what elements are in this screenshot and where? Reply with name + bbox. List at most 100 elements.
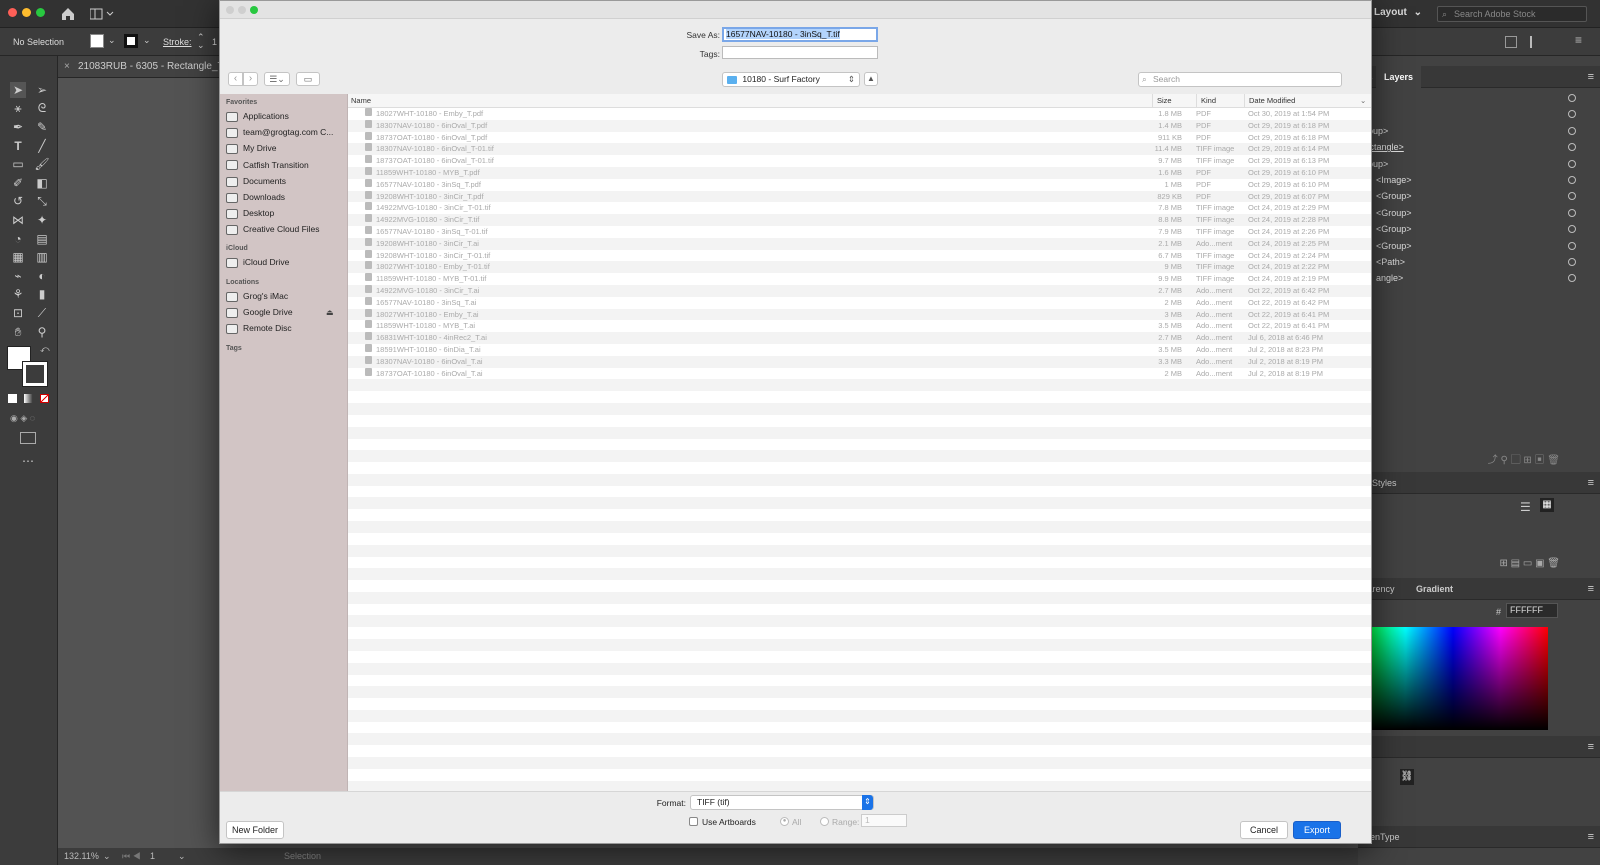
chevron-down-icon[interactable]: ⌄ bbox=[178, 848, 186, 865]
file-row[interactable]: 19208WHT-10180 - 3inCir_T.pdf 829 KB PDF Oc… bbox=[348, 190, 1371, 203]
column-kind[interactable]: Kind bbox=[1196, 94, 1216, 108]
layer-row[interactable] bbox=[1358, 90, 1600, 106]
close-tab-icon[interactable]: × bbox=[64, 56, 70, 77]
expand-collapse-button[interactable]: ▲ bbox=[864, 72, 878, 86]
artboard-number[interactable]: 1 bbox=[150, 848, 155, 865]
zoom-dialog-button[interactable] bbox=[250, 6, 258, 14]
panel-menu-icon[interactable]: ≡ bbox=[1588, 826, 1594, 848]
stepper-icon[interactable]: ⌃ ⌄ bbox=[197, 33, 205, 50]
direct-selection-tool-icon[interactable]: ➢ bbox=[34, 82, 50, 98]
use-artboards-checkbox[interactable] bbox=[689, 817, 698, 826]
scale-tool-icon[interactable]: ⤡ bbox=[34, 193, 50, 209]
magic-wand-tool-icon[interactable]: ⚹ bbox=[10, 100, 26, 116]
file-row[interactable]: 19208WHT-10180 - 3inCir_T.ai 2.1 MB Ado...… bbox=[348, 237, 1371, 250]
paintbrush-tool-icon[interactable]: 🖌︎ bbox=[34, 156, 50, 172]
rotate-tool-icon[interactable]: ↺ bbox=[10, 193, 26, 209]
range-input[interactable]: 1 bbox=[861, 814, 907, 827]
gradient-mode-icon[interactable] bbox=[24, 394, 33, 403]
grid-view-icon[interactable]: ▦ bbox=[1540, 498, 1554, 512]
hex-input[interactable]: FFFFFF bbox=[1506, 603, 1558, 618]
file-row[interactable]: 11859WHT-10180 - MYB_T.ai 3.5 MB Ado...men… bbox=[348, 320, 1371, 333]
more-tools-icon[interactable]: ⋯ bbox=[22, 454, 34, 468]
rectangle-tool-icon[interactable]: ▭ bbox=[10, 156, 26, 172]
sidebar-item[interactable]: iCloud Drive bbox=[226, 254, 344, 270]
file-row[interactable]: 14922MVG-10180 - 3inCir_T.ai 2.7 MB Ado...… bbox=[348, 285, 1371, 297]
zoom-window-button[interactable] bbox=[36, 8, 45, 17]
format-select[interactable]: TIFF (tif) ⇕ bbox=[690, 795, 874, 810]
zoom-level[interactable]: 132.11% bbox=[64, 848, 99, 865]
export-button[interactable]: Export bbox=[1293, 821, 1341, 839]
artboard-nav-icon[interactable]: ⏮ ◀ bbox=[122, 848, 141, 865]
file-row[interactable]: 16577NAV-10180 - 3inSq_T.pdf 1 MB PDF Oct 2… bbox=[348, 178, 1371, 191]
hand-tool-icon[interactable]: ✋︎ bbox=[10, 324, 26, 340]
save-as-input[interactable]: 16577NAV-10180 - 3inSq_T.tif bbox=[722, 27, 878, 42]
layer-row[interactable] bbox=[1358, 106, 1600, 122]
sidebar-item[interactable]: Creative Cloud Files bbox=[226, 221, 344, 237]
tab-gradient[interactable]: Gradient bbox=[1416, 578, 1453, 600]
layer-row[interactable]: Group> bbox=[1358, 156, 1600, 172]
list-view-icon[interactable]: ☰ bbox=[1520, 500, 1531, 514]
chevron-down-icon[interactable]: ⌄ bbox=[108, 35, 116, 46]
stroke-swatch[interactable] bbox=[124, 34, 138, 48]
color-mode-icon[interactable] bbox=[8, 394, 17, 403]
sidebar-item[interactable]: Desktop bbox=[226, 205, 344, 221]
curvature-tool-icon[interactable]: ✎ bbox=[34, 119, 50, 135]
range-radio[interactable] bbox=[820, 817, 829, 826]
tags-input[interactable] bbox=[722, 46, 878, 59]
color-spectrum[interactable] bbox=[1358, 627, 1548, 730]
search-field[interactable]: ⌕ Search bbox=[1138, 72, 1342, 87]
layer-target-circle[interactable] bbox=[1568, 176, 1576, 184]
layer-target-circle[interactable] bbox=[1568, 126, 1576, 135]
file-row[interactable]: 18307NAV-10180 - 6inOval_T.pdf 1.4 MB PDF O… bbox=[348, 119, 1371, 132]
file-row[interactable]: 16577NAV-10180 - 3inSq_T-01.tif 7.9 MB TIF… bbox=[348, 226, 1371, 238]
screen-mode-icon[interactable] bbox=[20, 432, 36, 444]
sidebar-item[interactable]: Downloads bbox=[226, 189, 344, 205]
sidebar-item[interactable]: Applications bbox=[226, 108, 344, 124]
pen-tool-icon[interactable]: ✒ bbox=[10, 119, 26, 135]
sidebar-item[interactable]: My Drive bbox=[226, 140, 344, 156]
panel-icon[interactable] bbox=[1505, 36, 1517, 48]
chevron-down-icon[interactable]: ⌄ bbox=[143, 35, 151, 46]
gradient-tool-icon[interactable]: ▥ bbox=[34, 249, 50, 265]
panel-menu-icon[interactable]: ≡ bbox=[1588, 736, 1594, 758]
stroke-weight-value[interactable]: 1 bbox=[212, 37, 217, 47]
slice-tool-icon[interactable]: ⟋ bbox=[34, 305, 50, 321]
layout-workspace-menu[interactable]: Layout ⌄ bbox=[1374, 7, 1422, 18]
column-date-modified[interactable]: Date Modified bbox=[1244, 94, 1370, 108]
document-tab[interactable]: × 21083RUB - 6305 - Rectangle_T.p bbox=[58, 56, 228, 78]
file-row[interactable]: 18307NAV-10180 - 6inOval_T.ai 3.3 MB Ado..… bbox=[348, 355, 1371, 368]
file-row[interactable]: 18737OAT-10180 - 6inOval_T.ai 2 MB Ado...m… bbox=[348, 367, 1371, 380]
shaper-tool-icon[interactable]: ✐ bbox=[10, 175, 26, 191]
layer-target-circle[interactable] bbox=[1568, 258, 1576, 266]
fill-swatch[interactable] bbox=[90, 34, 104, 48]
new-folder-icon[interactable]: ▭ bbox=[296, 72, 320, 86]
layer-target-circle[interactable] bbox=[1568, 192, 1576, 201]
close-window-button[interactable] bbox=[8, 8, 17, 17]
file-row[interactable]: 18027WHT-10180 - Emby_T.ai 3 MB Ado...ment… bbox=[348, 308, 1371, 321]
stroke-color-swatch[interactable] bbox=[22, 361, 48, 387]
zoom-tool-icon[interactable]: ⚲ bbox=[34, 324, 50, 340]
file-row[interactable]: 18591WHT-10180 - 6inDia_T.ai 3.5 MB Ado...… bbox=[348, 344, 1371, 356]
type-tool-icon[interactable]: T bbox=[10, 138, 26, 154]
layer-target-circle[interactable] bbox=[1568, 94, 1576, 102]
layer-row[interactable]: Group> bbox=[1358, 123, 1600, 139]
link-icon[interactable]: ⛓︎ bbox=[1400, 769, 1414, 785]
sidebar-item[interactable]: Documents bbox=[226, 173, 344, 189]
cancel-button[interactable]: Cancel bbox=[1240, 821, 1288, 839]
blend-tool-icon[interactable]: ◐ bbox=[34, 268, 50, 284]
file-row[interactable]: 14922MVG-10180 - 3inCir_T.tif 8.8 MB TIFF … bbox=[348, 214, 1371, 227]
sidebar-item[interactable]: Catfish Transition bbox=[226, 157, 344, 173]
perspective-grid-tool-icon[interactable]: ▤ bbox=[34, 231, 50, 247]
workspace-switcher-icon[interactable] bbox=[89, 8, 114, 20]
panel-menu-icon[interactable]: ≡ bbox=[1588, 578, 1594, 600]
layer-row[interactable]: angle> bbox=[1358, 270, 1600, 286]
width-tool-icon[interactable]: ⋈ bbox=[10, 212, 26, 228]
symbol-sprayer-tool-icon[interactable]: ⚘ bbox=[10, 286, 26, 302]
layer-row[interactable]: <Group> bbox=[1358, 238, 1600, 254]
layer-target-circle[interactable] bbox=[1568, 159, 1576, 168]
layer-row[interactable]: Rectangle> bbox=[1358, 139, 1600, 155]
layer-target-circle[interactable] bbox=[1568, 241, 1576, 250]
layer-row[interactable]: <Path> bbox=[1358, 254, 1600, 270]
location-popup[interactable]: 10180 - Surf Factory ⇕ bbox=[722, 72, 860, 87]
eraser-tool-icon[interactable]: ◧ bbox=[34, 175, 50, 191]
